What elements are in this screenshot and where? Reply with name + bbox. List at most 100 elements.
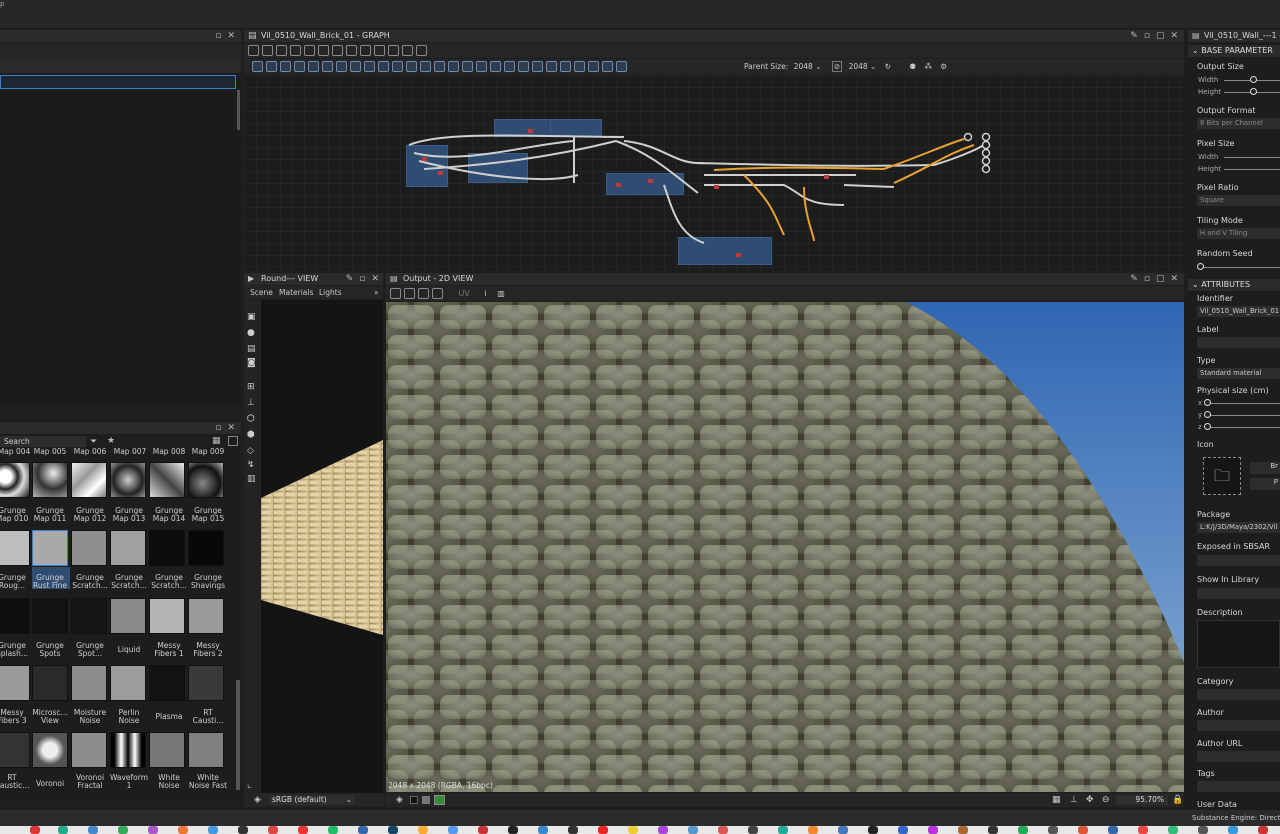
output-format-select[interactable]: 8 Bits per Channel xyxy=(1197,118,1280,129)
taskbar-app-icon[interactable] xyxy=(628,826,638,834)
corner-icon[interactable]: ⌞ xyxy=(247,780,251,790)
taskbar-app-icon[interactable] xyxy=(538,826,548,834)
node-curve-icon[interactable] xyxy=(322,61,333,72)
align-icon[interactable] xyxy=(332,45,343,56)
node-output-icon[interactable] xyxy=(546,61,557,72)
node-blur-icon[interactable] xyxy=(308,61,319,72)
layers-icon[interactable]: ◈ xyxy=(396,795,403,805)
info-icon[interactable]: i xyxy=(484,289,486,298)
taskbar-app-icon[interactable] xyxy=(30,826,40,834)
y-track[interactable] xyxy=(1208,415,1280,416)
random-seed-knob[interactable] xyxy=(1197,263,1204,270)
node-level-icon[interactable] xyxy=(378,61,389,72)
taskbar-app-icon[interactable] xyxy=(508,826,518,834)
library-search-input[interactable]: Search xyxy=(0,436,86,447)
graph-canvas[interactable] xyxy=(244,75,1184,271)
height-slider-knob[interactable] xyxy=(1250,88,1257,95)
texture-thumbnail[interactable] xyxy=(0,665,30,701)
pixel-height-track[interactable] xyxy=(1224,169,1280,170)
texture-thumbnail[interactable] xyxy=(32,665,68,701)
taskbar-app-icon[interactable] xyxy=(1018,826,1028,834)
texture-thumbnail[interactable] xyxy=(149,732,185,768)
texture-thumbnail[interactable] xyxy=(110,732,146,768)
node-normal-icon[interactable] xyxy=(392,61,403,72)
node-warp-icon[interactable] xyxy=(476,61,487,72)
z-track[interactable] xyxy=(1208,427,1280,428)
taskbar-app-icon[interactable] xyxy=(388,826,398,834)
node-transform-icon[interactable] xyxy=(448,61,459,72)
taskbar-app-icon[interactable] xyxy=(118,826,128,834)
fit-icon[interactable]: ✥ xyxy=(1086,795,1094,805)
texture-thumbnail[interactable] xyxy=(188,462,224,498)
channel-rgb[interactable] xyxy=(434,795,445,805)
taskbar-app-icon[interactable] xyxy=(208,826,218,834)
export-icon[interactable] xyxy=(390,288,401,299)
node-hsl-icon[interactable] xyxy=(364,61,375,72)
taskbar-app-icon[interactable] xyxy=(598,826,608,834)
show-in-library-select[interactable] xyxy=(1197,588,1280,599)
y-knob[interactable] xyxy=(1204,411,1211,418)
list-view-icon[interactable] xyxy=(228,436,238,446)
wire-icon[interactable] xyxy=(360,45,371,56)
close-icon[interactable]: ✕ xyxy=(1170,31,1178,41)
explorer-scrollbar[interactable] xyxy=(237,90,240,130)
texture-thumbnail[interactable] xyxy=(71,665,107,701)
texture-thumbnail[interactable] xyxy=(32,530,68,566)
paste-button[interactable]: P xyxy=(1250,478,1280,490)
info-icon[interactable] xyxy=(290,45,301,56)
node-uniform-icon[interactable] xyxy=(462,61,473,72)
taskbar-app-icon[interactable] xyxy=(1108,826,1118,834)
pin-icon[interactable]: ✎ xyxy=(1130,31,1138,41)
taskbar-app-icon[interactable] xyxy=(688,826,698,834)
menu-scene[interactable]: Scene xyxy=(250,286,273,299)
video-camera-icon[interactable]: ▣ xyxy=(247,312,256,322)
taskbar-app-icon[interactable] xyxy=(448,826,458,834)
screenshot-icon[interactable]: ◙ xyxy=(247,358,256,368)
view3d-viewport[interactable] xyxy=(261,300,383,796)
menu-materials[interactable]: Materials xyxy=(279,286,313,299)
float-icon[interactable]: ▫ xyxy=(1144,31,1150,41)
maximize-icon[interactable]: ▢ xyxy=(1156,31,1165,41)
taskbar-app-icon[interactable] xyxy=(838,826,848,834)
parent-size-select[interactable]: 2048 xyxy=(794,62,813,71)
texture-thumbnail[interactable] xyxy=(149,665,185,701)
pin-icon[interactable]: ✎ xyxy=(1130,274,1138,284)
texture-thumbnail[interactable] xyxy=(149,598,185,634)
taskbar-app-icon[interactable] xyxy=(1168,826,1178,834)
section-attributes[interactable]: ⌄ ATTRIBUTES xyxy=(1188,279,1280,291)
grid-icon[interactable] xyxy=(416,45,427,56)
channel-gray[interactable] xyxy=(422,796,430,804)
texture-thumbnail[interactable] xyxy=(32,462,68,498)
type-select[interactable]: Standard material xyxy=(1197,368,1280,379)
fit-icon[interactable] xyxy=(262,45,273,56)
node-shape-icon[interactable] xyxy=(406,61,417,72)
taskbar-app-icon[interactable] xyxy=(718,826,728,834)
author-input[interactable] xyxy=(1197,720,1280,731)
texture-thumbnail[interactable] xyxy=(188,530,224,566)
texture-thumbnail[interactable] xyxy=(32,598,68,634)
identifier-input[interactable]: Vil_0510_Wall_Brick_01 xyxy=(1197,306,1280,317)
settings-icon[interactable]: ⚙ xyxy=(940,62,947,71)
grid-view-icon[interactable]: ▦ xyxy=(212,436,221,446)
axis-icon[interactable]: ⊥ xyxy=(247,398,255,408)
layers-icon[interactable]: ◈ xyxy=(254,795,261,805)
axis-icon[interactable]: ⊥ xyxy=(1070,795,1078,805)
frame-icon[interactable] xyxy=(248,45,259,56)
node-input-icon[interactable] xyxy=(532,61,543,72)
taskbar-app-icon[interactable] xyxy=(238,826,248,834)
taskbar-app-icon[interactable] xyxy=(148,826,158,834)
stats-icon[interactable]: ▥ xyxy=(247,474,256,484)
taskbar-app-icon[interactable] xyxy=(478,826,488,834)
frame-icon[interactable]: ⊞ xyxy=(247,382,255,392)
mesh-icon[interactable]: ⬢ xyxy=(247,430,255,440)
histogram-icon[interactable]: ▥ xyxy=(497,289,505,298)
texture-thumbnail[interactable] xyxy=(0,598,30,634)
author-url-input[interactable] xyxy=(1197,751,1280,762)
export-icon[interactable] xyxy=(388,45,399,56)
rotate-icon[interactable]: ↯ xyxy=(247,460,255,470)
taskbar-app-icon[interactable] xyxy=(1258,826,1268,834)
tools-icon[interactable] xyxy=(402,45,413,56)
close-icon[interactable]: ✕ xyxy=(227,31,235,41)
channel-black[interactable] xyxy=(410,796,418,804)
light-icon[interactable]: ● xyxy=(247,328,255,338)
